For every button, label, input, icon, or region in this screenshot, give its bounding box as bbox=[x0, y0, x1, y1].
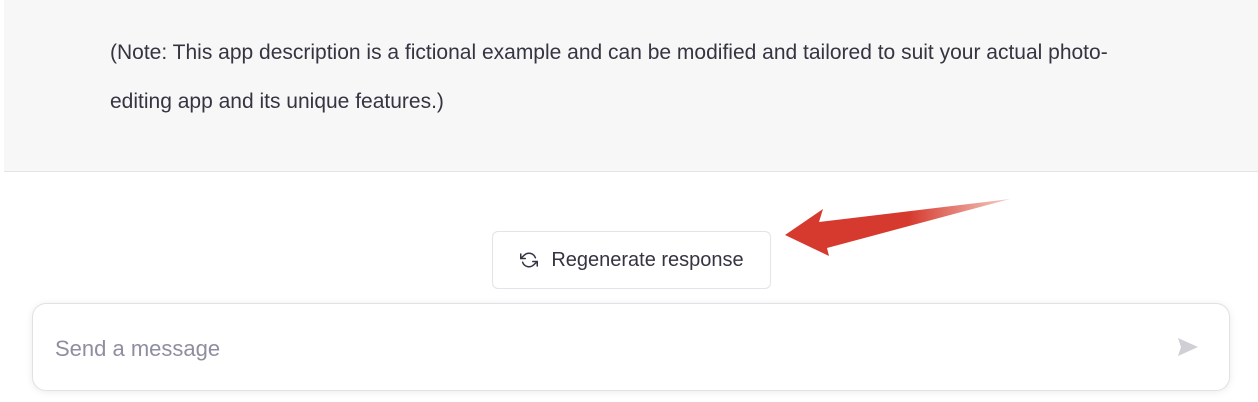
message-composer bbox=[32, 303, 1230, 391]
regenerate-response-label: Regenerate response bbox=[551, 248, 744, 271]
red-arrow-annotation bbox=[785, 199, 1010, 256]
send-icon bbox=[1176, 336, 1200, 363]
regenerate-response-button[interactable]: Regenerate response bbox=[492, 231, 771, 289]
message-text: (Note: This app description is a fiction… bbox=[110, 41, 1108, 113]
message-input[interactable] bbox=[55, 334, 1135, 364]
assistant-message: (Note: This app description is a fiction… bbox=[4, 0, 1258, 172]
send-button[interactable] bbox=[1171, 334, 1205, 364]
chat-page: (Note: This app description is a fiction… bbox=[0, 0, 1258, 402]
refresh-icon bbox=[519, 250, 539, 270]
